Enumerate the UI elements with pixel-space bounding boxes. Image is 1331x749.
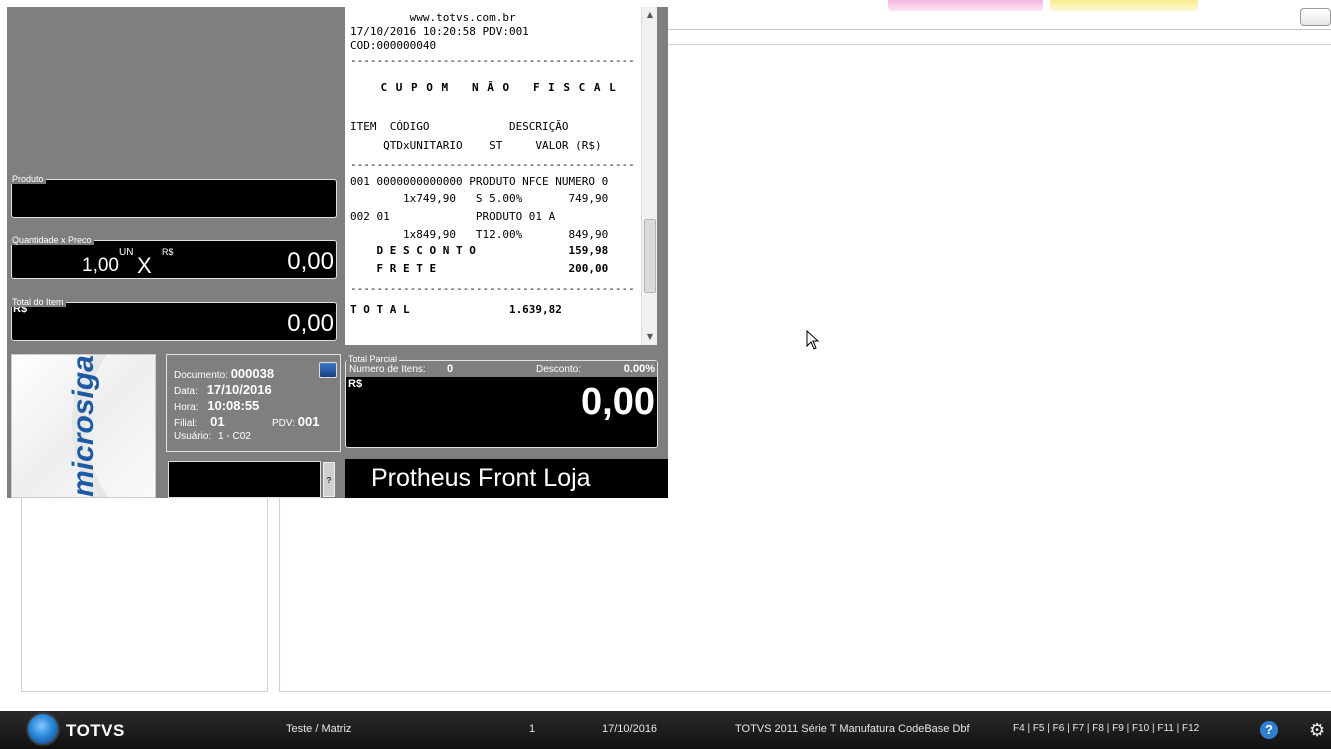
status-taskbar: TOTVS Teste / Matriz 1 17/10/2016 TOTVS … — [0, 711, 1331, 749]
receipt-line: C U P O M N Ã O F I S C A L — [350, 81, 617, 94]
receipt-line: www.totvs.com.br — [350, 11, 516, 24]
receipt-line: 002 01 PRODUTO 01 A — [350, 210, 556, 223]
receipt-line: 17/10/2016 10:20:58 PDV:001 — [350, 25, 529, 38]
total-item-value: 0,00 — [287, 310, 334, 337]
total-item-label: Total do Item — [11, 297, 66, 307]
receipt-line: 1x849,90 T12.00% 849,90 — [350, 228, 609, 241]
gear-icon[interactable]: ⚙ — [1309, 720, 1325, 741]
receipt-line: 1x749,90 S 5.00% 749,90 — [350, 192, 609, 205]
modulo-number: 1 — [529, 723, 536, 735]
receipt-line: F R E T E 200,00 — [350, 262, 609, 275]
documento-label: Documento: — [174, 370, 228, 381]
desconto-value: 0.00% — [623, 363, 655, 375]
empresa-filial: Teste / Matriz — [286, 723, 352, 735]
receipt-scrollbar[interactable]: ▲ ▼ — [641, 7, 657, 345]
itens-value: 0 — [447, 363, 454, 375]
total-parcial-panel: Numero de Itens: 0 Desconto: 0.00% R$ 0,… — [345, 360, 658, 448]
price-currency: R$ — [162, 247, 174, 257]
receipt-line: QTDxUNITARIO ST VALOR (R$) — [350, 139, 602, 152]
minimize-button[interactable] — [1300, 8, 1331, 26]
top-tab-yellow[interactable] — [1050, 0, 1198, 11]
produto-field[interactable] — [11, 179, 337, 218]
receipt-line: ----------------------------------------… — [350, 158, 635, 171]
brand-text: microsiga — [66, 355, 100, 497]
database-date: 17/10/2016 — [602, 723, 658, 735]
itens-label: Numero de Itens: — [349, 364, 426, 375]
microsiga-logo: microsiga — [11, 354, 156, 498]
scroll-thumb[interactable] — [644, 219, 656, 293]
hora-label: Hora: — [174, 402, 199, 413]
receipt-line: COD:000000040 — [350, 39, 437, 52]
receipt-line: T O T A L 1.639,82 — [350, 303, 562, 316]
total-parcial-value: 0,00 — [581, 381, 655, 423]
scroll-down-icon[interactable]: ▼ — [642, 329, 658, 345]
system-version: TOTVS 2011 Série T Manufatura CodeBase D… — [735, 723, 970, 735]
function-keys: F4 | F5 | F6 | F7 | F8 | F9 | F10 | F11 … — [1013, 723, 1200, 734]
pdv-label: PDV: — [272, 418, 295, 429]
documento-value: 000038 — [230, 366, 275, 381]
desconto-label: Desconto: — [536, 364, 582, 375]
unit-label: UN — [119, 247, 134, 258]
total-parcial-label: Total Parcial — [347, 354, 400, 364]
document-info-panel: Documento: 000038 Data: 17/10/2016 Hora:… — [166, 354, 341, 452]
input-help-button[interactable]: ? — [323, 462, 335, 497]
totvs-brand: TOTVS — [66, 721, 125, 740]
data-label: Data: — [174, 386, 198, 397]
quantidade-preco-field: 1,00 UN X R$ 0,00 — [11, 240, 337, 279]
receipt-line: ITEM CÓDIGO DESCRIÇÃO — [350, 120, 569, 133]
quantidade-preco-label: Quantidade x Preco — [11, 235, 94, 245]
scroll-up-icon[interactable]: ▲ — [642, 7, 658, 23]
receipt-panel: www.totvs.com.br 17/10/2016 10:20:58 PDV:… — [345, 7, 654, 345]
data-value: 17/10/2016 — [206, 382, 272, 397]
quantity-value: 1,00 — [82, 255, 119, 276]
code-input[interactable] — [168, 461, 321, 498]
hora-value: 10:08:55 — [207, 398, 260, 413]
pos-window: Produto 1,00 UN X R$ 0,00 Quantidade x P… — [7, 7, 668, 498]
receipt-line: ----------------------------------------… — [350, 282, 635, 295]
receipt-line: 001 0000000000000 PRODUTO NFCE NUMERO 0 — [350, 175, 609, 188]
times-sign: X — [137, 253, 152, 278]
totvs-logo-icon[interactable] — [26, 712, 60, 746]
usuario-label: Usuário: — [174, 431, 212, 442]
price-value: 0,00 — [287, 248, 334, 275]
receipt-line: D E S C O N T O 159,98 — [350, 244, 609, 257]
pdv-value: 001 — [297, 414, 320, 429]
mouse-cursor-icon — [806, 330, 820, 350]
monitor-icon[interactable] — [319, 362, 337, 378]
produto-label: Produto — [11, 174, 46, 184]
screen: Produto 1,00 UN X R$ 0,00 Quantidade x P… — [0, 0, 1331, 749]
filial-value: 01 — [210, 414, 225, 429]
app-footer-title: Protheus Front Loja — [345, 459, 668, 498]
total-parcial-currency: R$ — [348, 378, 363, 390]
usuario-value: 1 - C02 — [218, 431, 251, 442]
help-icon[interactable]: ? — [1260, 721, 1278, 739]
receipt-line: ----------------------------------------… — [350, 54, 635, 67]
top-tab-pink[interactable] — [888, 0, 1043, 11]
total-item-field: R$ 0,00 — [11, 302, 337, 341]
filial-label: Filial: — [174, 418, 198, 429]
